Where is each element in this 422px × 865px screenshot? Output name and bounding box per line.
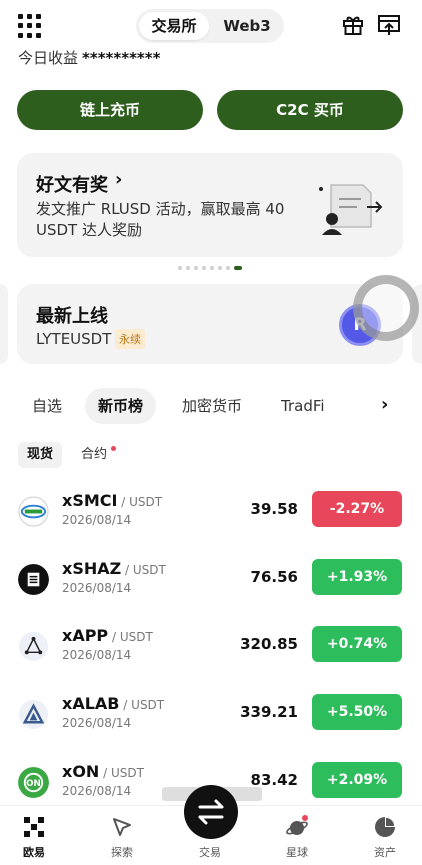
quote-symbol: / USDT xyxy=(108,630,153,644)
market-categories: 自选 新币榜 加密货币 TradFi › xyxy=(0,388,422,424)
change-badge[interactable]: +2.09% xyxy=(312,762,402,798)
app-grid-icon[interactable] xyxy=(18,14,42,38)
promo-card[interactable]: 好文有奖 › 发文推广 RLUSD 活动，赢取最高 40 USDT 达人奖励 xyxy=(17,153,403,257)
prev-card-peek xyxy=(0,284,8,364)
earnings-label: 今日收益 xyxy=(18,49,79,67)
nav-label: 欧易 xyxy=(23,846,45,859)
quote-symbol: / USDT xyxy=(121,563,166,577)
pair-name: xSHAZ / USDT xyxy=(62,559,166,578)
base-symbol: xSMCI xyxy=(62,491,118,510)
table-row[interactable]: xALAB / USDT 2026/08/14 339.21 +5.50% xyxy=(0,694,422,742)
mode-switch: 交易所 Web3 xyxy=(136,9,284,43)
last-price: 39.58 xyxy=(250,500,298,518)
tab-favorites[interactable]: 自选 xyxy=(32,388,62,424)
listing-date: 2026/08/14 xyxy=(62,513,132,527)
tab-exchange[interactable]: 交易所 xyxy=(139,12,209,40)
nav-label: 交易 xyxy=(199,846,221,859)
gift-icon[interactable] xyxy=(342,14,364,36)
trade-fab-button[interactable] xyxy=(184,785,238,839)
new-listing-card[interactable]: 最新上线 LYTEUSDT 永续 R xyxy=(17,284,403,364)
quote-symbol: / USDT xyxy=(119,698,165,712)
last-price: 320.85 xyxy=(240,635,298,653)
change-badge[interactable]: +1.93% xyxy=(312,559,402,595)
chevron-right-icon[interactable]: › xyxy=(381,394,388,415)
listing-date: 2026/08/14 xyxy=(62,716,132,730)
quote-symbol: / USDT xyxy=(117,495,163,509)
last-price: 76.56 xyxy=(250,568,298,586)
listing-symbol: LYTEUSDT xyxy=(36,330,112,348)
inbox-icon[interactable] xyxy=(377,14,401,36)
change-badge[interactable]: +0.74% xyxy=(312,626,402,662)
nav-explore[interactable]: 探索 xyxy=(92,806,152,865)
today-earnings: 今日收益 ********** xyxy=(18,47,160,68)
pair-name: xAPP / USDT xyxy=(62,626,153,645)
coin-logo xyxy=(18,631,49,662)
subtab-spot[interactable]: 现货 xyxy=(18,442,63,468)
listing-date: 2026/08/14 xyxy=(62,784,132,798)
nav-label: 资产 xyxy=(374,846,396,859)
document-share-icon xyxy=(319,184,383,235)
floating-assistive-button[interactable] xyxy=(353,275,419,341)
listing-title: 最新上线 xyxy=(36,306,108,327)
change-badge[interactable]: -2.27% xyxy=(312,491,402,527)
quote-symbol: / USDT xyxy=(99,766,144,780)
nav-label: 星球 xyxy=(286,846,308,859)
chevron-right-icon: › xyxy=(115,169,123,190)
notification-dot xyxy=(111,446,116,451)
pie-chart-icon xyxy=(375,817,395,837)
coin-logo xyxy=(18,564,49,595)
carousel-indicator xyxy=(178,265,246,271)
subtab-futures[interactable]: 合约 xyxy=(81,442,107,468)
promo-description: 发文推广 RLUSD 活动，赢取最高 40 USDT 达人奖励 xyxy=(36,200,285,239)
perpetual-badge: 永续 xyxy=(115,329,145,349)
tab-tradfi[interactable]: TradFi xyxy=(281,388,325,424)
promo-title: 好文有奖 xyxy=(36,175,108,196)
nav-assets[interactable]: 资产 xyxy=(355,806,415,865)
pair-name: xSMCI / USDT xyxy=(62,491,162,510)
c2c-buy-button[interactable]: C2C 买币 xyxy=(217,90,403,130)
coin-logo xyxy=(18,699,49,730)
planet-icon xyxy=(286,815,308,835)
nav-planet[interactable]: 星球 xyxy=(267,806,327,865)
tab-web3[interactable]: Web3 xyxy=(214,12,280,40)
svg-text:ON: ON xyxy=(26,779,41,789)
listing-date: 2026/08/14 xyxy=(62,648,132,662)
coin-logo xyxy=(18,496,49,527)
listing-date: 2026/08/14 xyxy=(62,581,132,595)
coin-logo: ON xyxy=(18,767,49,798)
pair-name: xON / USDT xyxy=(62,762,144,781)
tab-crypto[interactable]: 加密货币 xyxy=(182,388,242,424)
change-badge[interactable]: +5.50% xyxy=(312,694,402,730)
deposit-button[interactable]: 链上充币 xyxy=(17,90,203,130)
okx-logo-icon xyxy=(24,817,44,837)
earnings-value: ********** xyxy=(82,49,161,67)
table-row[interactable]: xAPP / USDT 2026/08/14 320.85 +0.74% xyxy=(0,626,422,674)
table-row[interactable]: xSMCI / USDT 2026/08/14 39.58 -2.27% xyxy=(0,491,422,539)
base-symbol: xON xyxy=(62,762,100,781)
base-symbol: xALAB xyxy=(62,694,120,713)
base-symbol: xAPP xyxy=(62,626,109,645)
swap-arrows-icon xyxy=(198,799,224,825)
last-price: 339.21 xyxy=(240,703,298,721)
base-symbol: xSHAZ xyxy=(62,559,122,578)
tab-new-coins[interactable]: 新币榜 xyxy=(85,388,157,424)
pair-name: xALAB / USDT xyxy=(62,694,164,713)
compass-icon xyxy=(113,818,131,836)
top-bar: 交易所 Web3 xyxy=(0,0,422,52)
table-row[interactable]: xSHAZ / USDT 2026/08/14 76.56 +1.93% xyxy=(0,559,422,607)
nav-home[interactable]: 欧易 xyxy=(4,806,64,865)
nav-label: 探索 xyxy=(111,846,133,859)
